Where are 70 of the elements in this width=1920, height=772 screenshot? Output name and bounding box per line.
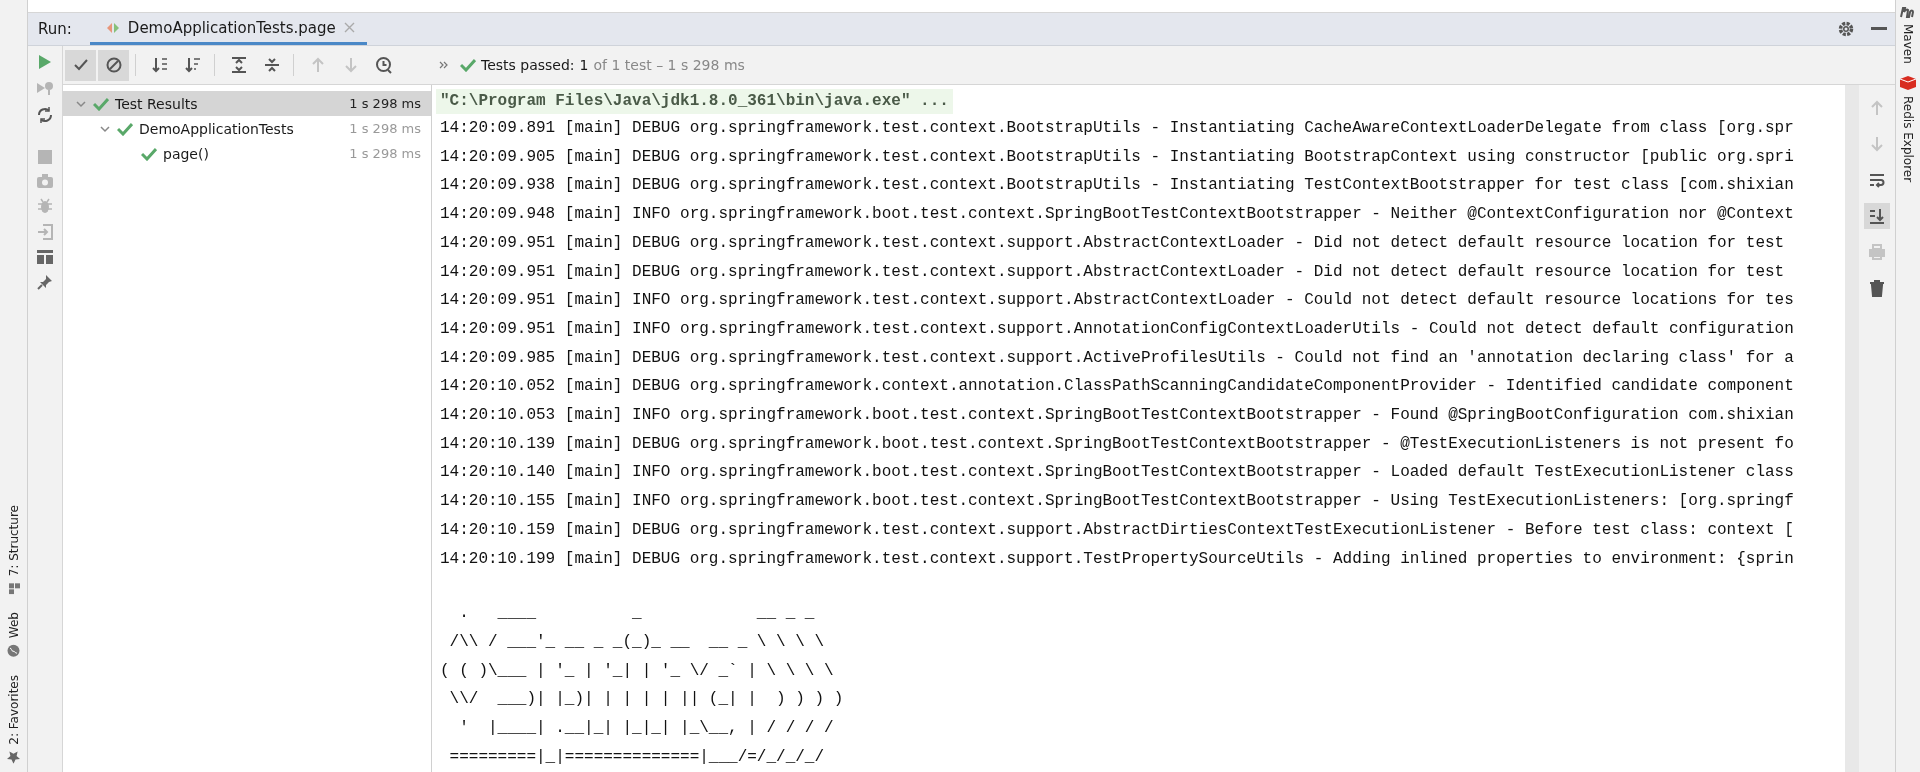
- banner-line: /\\ / ___'_ __ _ _(_)_ __ __ _ \ \ \ \: [448, 631, 826, 653]
- star-icon: [7, 751, 20, 764]
- tests-passed-label: Tests passed:: [481, 57, 575, 73]
- run-icon[interactable]: [38, 54, 52, 70]
- tool-window-button[interactable]: 7: Structure: [6, 504, 21, 595]
- log-line: 14:20:09.891 [main] DEBUG org.springframework.test.context.BootstrapUtils - Instantiating CacheAwareContextLoaderDelegate from class [org.spr: [439, 118, 1795, 139]
- test-name: DemoApplicationTests: [139, 120, 295, 137]
- run-label: Run:: [37, 19, 73, 40]
- test-duration: 1 s 298 ms: [349, 146, 421, 161]
- maven-icon: [1900, 6, 1916, 18]
- banner-line: \\/ ___)| |_)| | | | | || (_| | ) ) ) ): [448, 689, 845, 711]
- banner-line: ' |____| .__|_| |_|_| |_\__, | / / / /: [458, 718, 835, 740]
- log-line: 14:20:09.985 [main] DEBUG org.springframework.test.context.support.ActiveProfilesUtils - Could not find an 'annotation declaring class' for a: [439, 347, 1795, 369]
- redis-icon: [1900, 75, 1916, 90]
- banner-line: ( ( )\___ | '_ | '_| | '_ \/ _` | \ \ \ \: [439, 660, 835, 682]
- log-line: 14:20:09.905 [main] DEBUG org.springframework.test.context.BootstrapUtils - Instantiating BootstrapContext using constructor [public org.spri: [439, 146, 1795, 168]
- structure-icon: [7, 582, 20, 595]
- toggle-auto-test-icon[interactable]: [36, 106, 54, 124]
- log-line: 14:20:09.951 [main] INFO org.springframework.test.context.support.AbstractContextLoader - Could not detect default resource locations for tes: [439, 290, 1795, 312]
- printer-icon: [1868, 243, 1886, 261]
- sort-alpha-icon: [150, 56, 169, 74]
- tree-row[interactable]: page() 1 s 298 ms: [63, 141, 431, 166]
- tool-window-button[interactable]: 2: Favorites: [6, 675, 21, 764]
- log-line: 14:20:10.155 [main] INFO org.springframework.boot.test.context.SpringBootTestContextBootstrapper - Using TestExecutionListeners: [org.springf: [439, 491, 1795, 513]
- minimize-icon[interactable]: [1871, 27, 1887, 31]
- test-duration: 1 s 298 ms: [349, 121, 421, 136]
- log-line: 14:20:10.052 [main] DEBUG org.springframework.context.annotation.ClassPathScanningCandidateComponentProvider - Identified candidate component: [439, 376, 1795, 398]
- log-line: 14:20:09.951 [main] DEBUG org.springframework.test.context.support.AbstractContextLoader - Did not detect default resource location for test: [439, 261, 1786, 283]
- check-icon: [460, 58, 476, 72]
- log-line: 14:20:10.053 [main] INFO org.springframework.boot.test.context.SpringBootTestContextBootstrapper - Found @SpringBootConfiguration com.shixian: [439, 405, 1795, 427]
- log-line: 14:20:09.951 [main] DEBUG org.springframework.test.context.support.AbstractContextLoader - Did not detect default resource location for test: [439, 232, 1786, 254]
- log-line: 14:20:09.951 [main] INFO org.springframework.test.context.support.AnnotationConfigContextLoaderUtils - Could not detect default configuration: [439, 318, 1795, 340]
- banner-line: =========|_|==============|___/=/_/_/_/: [448, 746, 826, 768]
- log-line: 14:20:10.140 [main] INFO org.springframework.boot.test.context.SpringBootTestContextBootstrapper - Loaded default TestExecutionListener class: [439, 462, 1795, 484]
- tool-window-button[interactable]: Web: [6, 612, 21, 658]
- code-brackets-icon: [105, 21, 120, 34]
- settings-icon[interactable]: [1837, 20, 1855, 38]
- tool-window-button[interactable]: Maven: [1900, 0, 1916, 70]
- globe-icon: [7, 644, 20, 658]
- layout-icon[interactable]: [37, 250, 53, 264]
- test-name: Test Results: [115, 95, 199, 112]
- log-line: 14:20:10.159 [main] DEBUG org.springframework.test.context.support.AbstractDirtiesContextTestExecutionListener - Before test class: context [: [439, 519, 1795, 541]
- pin-icon[interactable]: [37, 274, 53, 290]
- clock-icon: [374, 56, 393, 74]
- passed-count: 1: [579, 57, 589, 73]
- tree-row[interactable]: DemoApplicationTests 1 s 298 ms: [63, 116, 431, 141]
- collapse-all-icon: [262, 56, 281, 74]
- run-tab[interactable]: DemoApplicationTests.page: [89, 13, 367, 45]
- log-line: 14:20:09.938 [main] DEBUG org.springframework.test.context.BootstrapUtils - Instantiating TestContextBootstrapper for test class [com.shixian: [439, 175, 1795, 197]
- tool-window-button[interactable]: Redis Explorer: [1900, 69, 1916, 188]
- log-line: 14:20:09.948 [main] INFO org.springframework.boot.test.context.SpringBootTestContextBootstrapper - Neither @ContextConfiguration nor @Context: [439, 204, 1795, 226]
- sort-duration-icon: [183, 56, 202, 74]
- expand-all-icon: [229, 56, 248, 74]
- ignored-icon: [104, 56, 123, 74]
- trash-icon: [1868, 279, 1886, 297]
- console-tool-button[interactable]: [1864, 203, 1890, 229]
- scroll-end-icon: [1868, 207, 1886, 225]
- log-line: 14:20:10.199 [main] DEBUG org.springframework.test.context.support.TestPropertySourceUtils - Adding inlined properties to environment: {sprin: [439, 548, 1795, 570]
- log-line: 14:20:10.139 [main] DEBUG org.springframework.boot.test.context.SpringBootTestContextBootstrapper - @TestExecutionListeners is not present fo: [439, 433, 1795, 455]
- tree-row[interactable]: Test Results 1 s 298 ms: [63, 91, 431, 116]
- scrollbar[interactable]: [1845, 85, 1859, 772]
- banner-line: . ____ _ __ _ _: [458, 603, 816, 625]
- test-duration: 1 s 298 ms: [349, 96, 421, 111]
- toolbar-button[interactable]: [65, 49, 96, 81]
- down-arrow-icon: [1868, 135, 1886, 153]
- test-name: page(): [163, 145, 210, 162]
- wrap-icon: [1868, 171, 1886, 189]
- double-chevron-icon[interactable]: [439, 61, 449, 69]
- toolbar-button[interactable]: [98, 49, 129, 81]
- test-summary: of 1 test – 1 s 298 ms: [593, 57, 745, 73]
